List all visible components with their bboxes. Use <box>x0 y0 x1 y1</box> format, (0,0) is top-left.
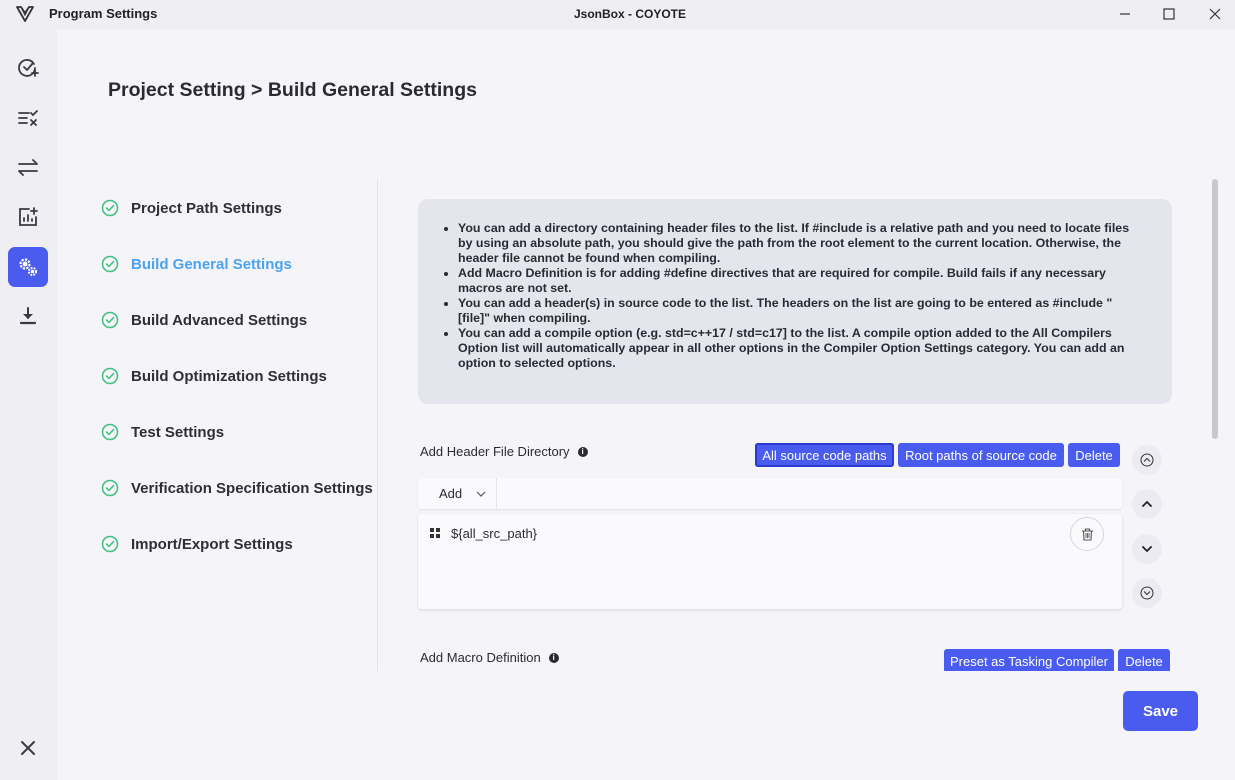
maximize-icon <box>1163 8 1175 20</box>
trash-icon <box>1081 527 1093 541</box>
nav-item-build-optimization[interactable]: Build Optimization Settings <box>101 362 327 390</box>
check-circle-icon <box>101 423 119 441</box>
chevron-up-icon <box>1142 501 1152 507</box>
header-dir-label-text: Add Header File Directory <box>420 444 570 459</box>
check-circle-icon <box>101 535 119 553</box>
info-bullet: Add Macro Definition is for adding #defi… <box>458 266 1132 296</box>
info-bullet: You can add a directory containing heade… <box>458 221 1132 266</box>
chevron-down-icon <box>1142 546 1152 552</box>
sidebar-settings[interactable] <box>8 247 48 287</box>
download-icon <box>19 307 37 325</box>
move-to-top-button[interactable] <box>1132 445 1162 475</box>
nav-item-label: Build Advanced Settings <box>131 311 308 329</box>
sidebar-list-check[interactable] <box>8 97 48 137</box>
minimize-icon <box>1120 13 1130 15</box>
title-bar: Program Settings JsonBox - COYOTE <box>0 0 1235 29</box>
nav-item-import-export[interactable]: Import/Export Settings <box>101 530 293 558</box>
sidebar-download[interactable] <box>8 296 48 336</box>
sidebar-close[interactable] <box>8 728 48 768</box>
macro-label-text: Add Macro Definition <box>420 650 541 665</box>
nav-item-label: Project Path Settings <box>131 199 282 217</box>
close-icon <box>1209 8 1221 20</box>
sidebar-chart-add[interactable] <box>8 197 48 237</box>
check-circle-plus-icon <box>18 59 39 77</box>
delete-item-button[interactable] <box>1070 517 1104 551</box>
move-up-button[interactable] <box>1132 489 1162 519</box>
nav-item-test[interactable]: Test Settings <box>101 418 224 446</box>
chart-add-icon <box>19 207 38 226</box>
move-to-bottom-button[interactable] <box>1132 578 1162 608</box>
move-down-button[interactable] <box>1132 534 1162 564</box>
minimize-button[interactable] <box>1114 4 1136 24</box>
nav-item-label: Build General Settings <box>131 255 292 273</box>
header-dir-list: ${all_src_path} <box>418 514 1122 609</box>
info-bullet: You can add a header(s) in source code t… <box>458 296 1132 326</box>
settings-content: You can add a directory containing heade… <box>417 179 1177 671</box>
macro-delete-button[interactable]: Delete <box>1118 649 1170 671</box>
vertical-scrollbar[interactable] <box>1212 179 1218 439</box>
list-item-value: ${all_src_path} <box>451 526 538 541</box>
check-circle-icon <box>101 311 119 329</box>
page-title: Project Setting > Build General Settings <box>108 79 477 101</box>
check-circle-icon <box>101 199 119 217</box>
root-paths-button[interactable]: Root paths of source code <box>898 443 1064 467</box>
header-dir-label: Add Header File Directory i <box>420 444 588 459</box>
info-list: You can add a directory containing heade… <box>458 221 1132 371</box>
chevron-up-circle-icon <box>1140 453 1154 467</box>
nav-divider <box>377 179 378 671</box>
nav-item-build-general[interactable]: Build General Settings <box>101 250 292 278</box>
info-icon[interactable]: i <box>577 446 588 457</box>
all-source-paths-button[interactable]: All source code paths <box>755 443 894 467</box>
sidebar-check-plus[interactable] <box>8 47 48 87</box>
close-window-button[interactable] <box>1204 4 1226 24</box>
check-circle-icon <box>101 367 119 385</box>
main-panel: Project Setting > Build General Settings… <box>57 29 1235 780</box>
nav-item-label: Build Optimization Settings <box>131 367 327 385</box>
nav-item-label: Verification Specification Settings <box>131 479 373 497</box>
drag-handle-icon[interactable] <box>430 528 440 538</box>
nav-item-build-advanced[interactable]: Build Advanced Settings <box>101 306 307 334</box>
list-check-icon <box>18 110 38 126</box>
preset-tasking-button[interactable]: Preset as Tasking Compiler <box>944 649 1114 671</box>
close-icon <box>21 741 35 755</box>
chevron-down-icon <box>476 491 486 497</box>
chevron-down-circle-icon <box>1140 586 1154 600</box>
nav-item-project-path[interactable]: Project Path Settings <box>101 194 282 222</box>
icon-sidebar <box>0 29 57 780</box>
transfer-arrows-icon <box>18 159 38 176</box>
nav-item-label: Test Settings <box>131 423 225 441</box>
add-bar: Add <box>418 478 1122 509</box>
check-circle-icon <box>101 479 119 497</box>
header-delete-button[interactable]: Delete <box>1068 443 1120 467</box>
sidebar-transfer[interactable] <box>8 147 48 187</box>
list-item[interactable]: ${all_src_path} <box>418 514 1122 551</box>
macro-label: Add Macro Definition i <box>420 650 559 665</box>
settings-gears-icon <box>19 258 38 277</box>
info-bullet: You can add a compile option (e.g. std=c… <box>458 326 1132 371</box>
maximize-button[interactable] <box>1158 4 1180 24</box>
info-icon[interactable]: i <box>548 652 559 663</box>
add-dropdown-button[interactable]: Add <box>418 478 497 509</box>
window-title: JsonBox - COYOTE <box>573 7 686 21</box>
save-button[interactable]: Save <box>1123 691 1198 731</box>
add-label: Add <box>439 486 463 501</box>
nav-item-label: Import/Export Settings <box>131 535 293 553</box>
nav-item-verification-spec[interactable]: Verification Specification Settings <box>101 474 373 502</box>
info-box: You can add a directory containing heade… <box>418 199 1172 404</box>
check-circle-icon <box>101 255 119 273</box>
